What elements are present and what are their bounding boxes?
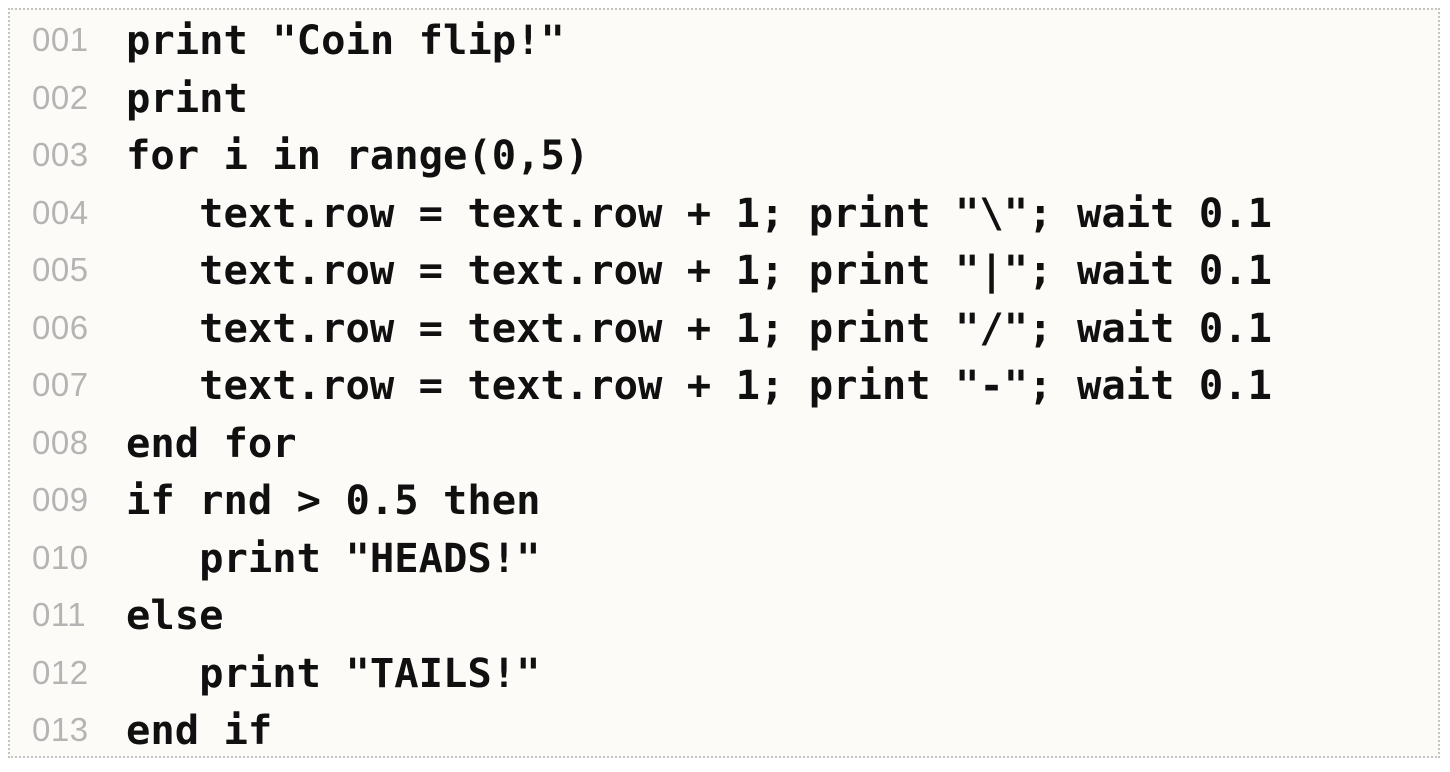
code-line: 012 print "TAILS!" bbox=[10, 643, 1438, 701]
line-number: 011 bbox=[32, 596, 87, 633]
line-code: text.row = text.row + 1; print "|"; wait… bbox=[126, 246, 1273, 294]
line-code: if rnd > 0.5 then bbox=[126, 476, 541, 524]
code-line: 004 text.row = text.row + 1; print "\"; … bbox=[10, 183, 1438, 241]
line-number: 010 bbox=[32, 538, 89, 576]
code-line: 011 else bbox=[10, 585, 1438, 643]
line-number: 004 bbox=[32, 193, 89, 231]
line-number: 009 bbox=[32, 481, 89, 518]
line-code: text.row = text.row + 1; print "-"; wait… bbox=[126, 361, 1273, 409]
line-code: for i in range(0,5) bbox=[126, 131, 590, 179]
line-code: else bbox=[126, 591, 224, 639]
code-line: 005 text.row = text.row + 1; print "|"; … bbox=[10, 240, 1438, 298]
line-number: 001 bbox=[32, 21, 89, 58]
code-line: 009 if rnd > 0.5 then bbox=[10, 470, 1438, 528]
code-line: 007 text.row = text.row + 1; print "-"; … bbox=[10, 355, 1438, 413]
line-number: 003 bbox=[32, 136, 89, 173]
line-number: 002 bbox=[32, 78, 89, 116]
code-line: 008 end for bbox=[10, 413, 1438, 471]
code-line: 010 print "HEADS!" bbox=[10, 528, 1438, 586]
code-line: 001 print "Coin flip!" bbox=[10, 10, 1438, 68]
line-number: 013 bbox=[32, 711, 89, 748]
line-code: text.row = text.row + 1; print "/"; wait… bbox=[126, 303, 1273, 352]
line-number: 007 bbox=[32, 366, 89, 403]
code-line: 002 print bbox=[10, 68, 1438, 126]
code-block: 001 print "Coin flip!" 002 print 003 for… bbox=[8, 8, 1440, 758]
code-line: 006 text.row = text.row + 1; print "/"; … bbox=[10, 298, 1438, 356]
line-number: 005 bbox=[32, 251, 89, 288]
line-code: print bbox=[126, 73, 248, 122]
line-code: end if bbox=[126, 706, 273, 754]
code-line: 003 for i in range(0,5) bbox=[10, 125, 1438, 183]
line-code: print "TAILS!" bbox=[126, 648, 541, 697]
line-code: end for bbox=[126, 418, 297, 467]
line-code: print "HEADS!" bbox=[126, 533, 541, 582]
line-code: text.row = text.row + 1; print "\"; wait… bbox=[126, 188, 1273, 237]
line-number: 008 bbox=[32, 423, 89, 461]
line-number: 006 bbox=[32, 308, 89, 346]
code-line: 013 end if bbox=[10, 700, 1438, 758]
line-number: 012 bbox=[32, 653, 89, 691]
line-code: print "Coin flip!" bbox=[126, 16, 565, 64]
